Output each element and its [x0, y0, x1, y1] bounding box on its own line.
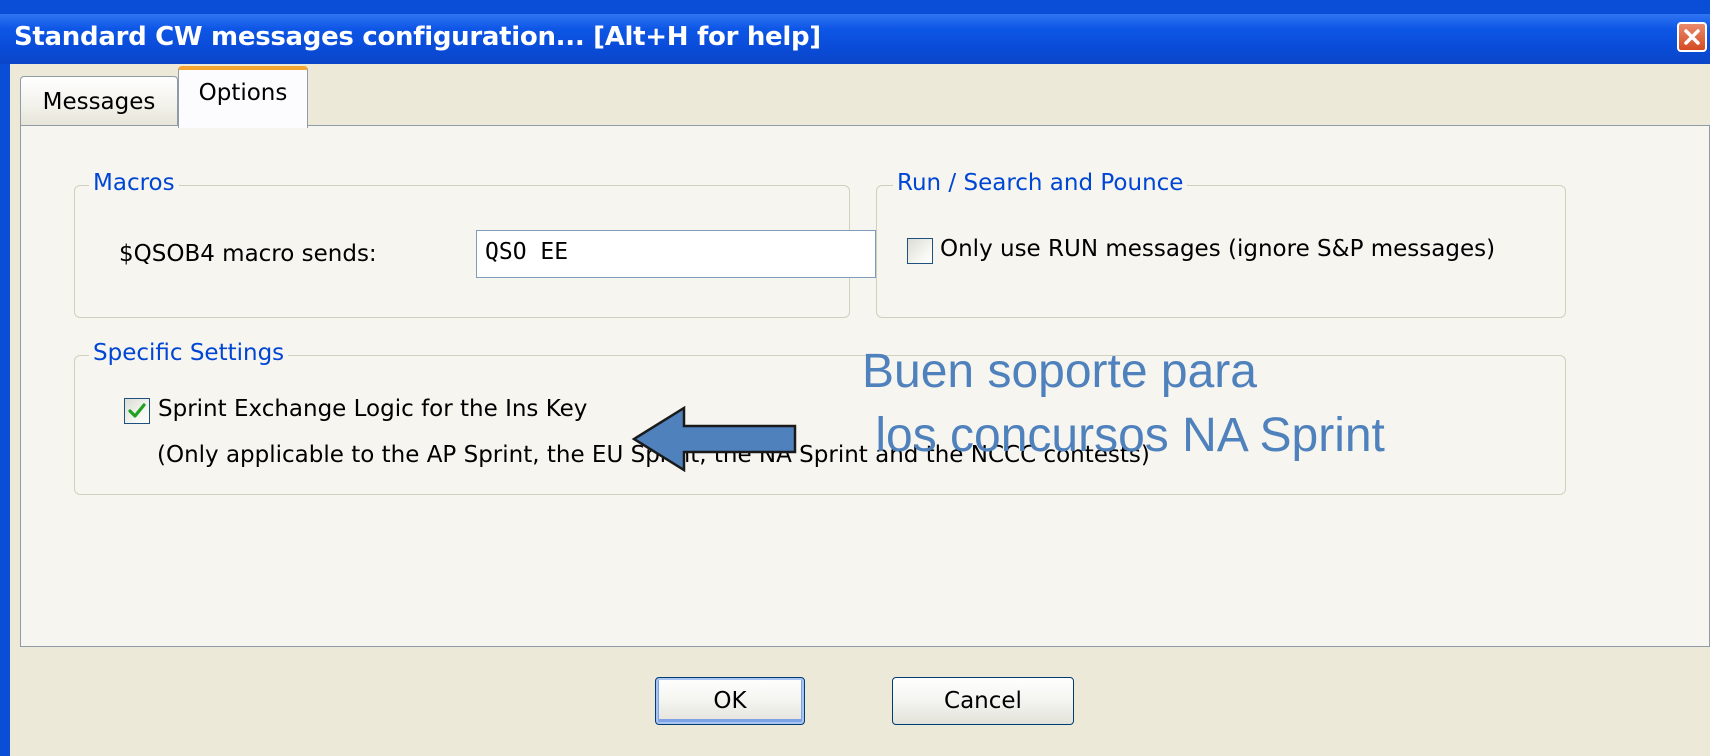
cancel-button-label: Cancel [944, 688, 1022, 714]
macros-group: Macros $QSOB4 macro sends: QSO EE [74, 170, 876, 318]
cancel-button[interactable]: Cancel [892, 677, 1074, 725]
run-sp-group-label: Run / Search and Pounce [893, 170, 1188, 196]
tab-options[interactable]: Options [178, 66, 308, 128]
close-button[interactable] [1677, 22, 1707, 52]
window-title: Standard CW messages configuration... [A… [14, 22, 821, 52]
annotation-line-2: los concursos NA Sprint [862, 409, 1385, 462]
ok-button-label: OK [713, 688, 747, 714]
check-icon [128, 403, 146, 418]
macros-group-label: Macros [89, 170, 179, 196]
qsob4-label: $QSOB4 macro sends: [119, 241, 377, 267]
tab-messages[interactable]: Messages [20, 76, 178, 126]
tab-options-label: Options [198, 80, 288, 106]
left-arrow-icon [631, 405, 797, 473]
sprint-logic-checkbox[interactable] [124, 398, 150, 424]
ok-button[interactable]: OK [655, 677, 805, 725]
specific-settings-group-label: Specific Settings [89, 340, 289, 366]
close-icon [1684, 29, 1700, 45]
dialog-window: Standard CW messages configuration... [A… [0, 0, 1710, 756]
dialog-client-area: Messages Options Macros $QSOB4 macro sen… [10, 64, 1710, 756]
only-run-checkbox[interactable] [907, 238, 933, 264]
tab-messages-label: Messages [42, 89, 156, 115]
annotation-line-1: Buen soporte para [862, 345, 1257, 398]
only-run-label[interactable]: Only use RUN messages (ignore S&P messag… [940, 236, 1495, 262]
run-sp-group: Run / Search and Pounce Only use RUN mes… [876, 170, 1566, 318]
sprint-logic-label[interactable]: Sprint Exchange Logic for the Ins Key [158, 396, 587, 422]
qsob4-input[interactable]: QSO EE [476, 230, 876, 278]
